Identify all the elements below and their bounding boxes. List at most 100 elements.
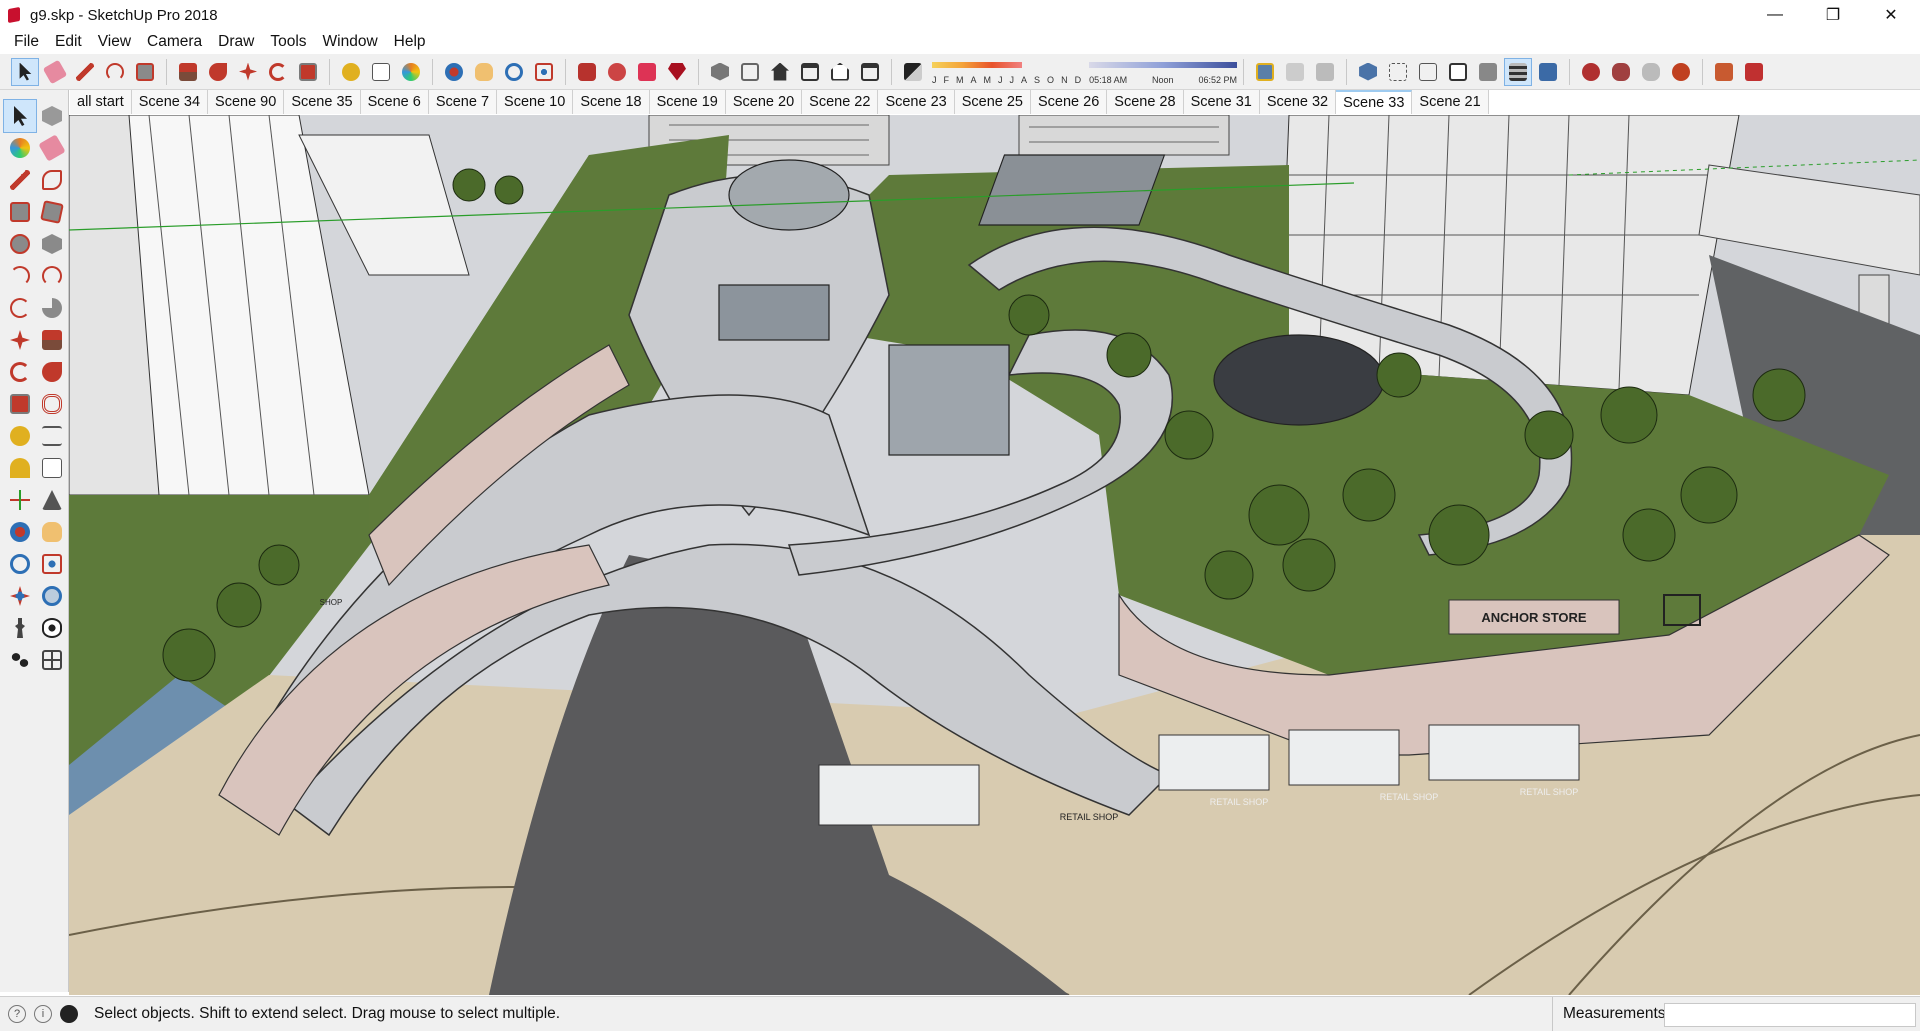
scene-tab[interactable]: Scene 26 (1031, 90, 1108, 114)
close-button[interactable]: ✕ (1862, 0, 1920, 30)
warehouse-button[interactable] (574, 59, 600, 85)
orbit-tool-button[interactable] (4, 516, 36, 548)
pan-tool-button[interactable] (36, 516, 68, 548)
menu-tools[interactable]: Tools (262, 33, 314, 51)
menu-window[interactable]: Window (315, 33, 386, 51)
user-account-icon[interactable] (60, 1005, 78, 1023)
hidden-line-button[interactable] (1445, 59, 1471, 85)
ruby-button[interactable] (664, 59, 690, 85)
axes-tool-button[interactable] (4, 484, 36, 516)
zoom-tool-button[interactable] (501, 59, 527, 85)
scene-tab[interactable]: Scene 32 (1259, 90, 1337, 114)
back-view-button[interactable] (827, 59, 853, 85)
back-edges-button[interactable] (1385, 59, 1411, 85)
wireframe-button[interactable] (1415, 59, 1441, 85)
rotated-rectangle-button[interactable] (36, 196, 68, 228)
previous-view-button[interactable] (36, 580, 68, 612)
shadow-month-slider[interactable]: J F M A M J J A S O N D (932, 59, 1081, 85)
look-around-button[interactable] (36, 612, 68, 644)
scene-tab[interactable]: Scene 7 (428, 90, 498, 114)
front-view-button[interactable] (767, 59, 793, 85)
shadow-time-slider[interactable]: 05:18 AM Noon 06:52 PM (1089, 59, 1238, 85)
eraser-tool-button[interactable] (42, 59, 68, 85)
zoom-window-button[interactable] (36, 548, 68, 580)
scene-tab[interactable]: Scene 10 (497, 90, 574, 114)
orbit-tool-button[interactable] (441, 59, 467, 85)
walk-tool-button[interactable] (4, 644, 36, 676)
scene-tab-active[interactable]: Scene 33 (1336, 90, 1413, 114)
menu-camera[interactable]: Camera (139, 33, 210, 51)
text-tool-button[interactable] (36, 452, 68, 484)
scene-tab[interactable]: Scene 31 (1183, 90, 1260, 114)
share-model-button[interactable] (604, 59, 630, 85)
dimension-tool-button[interactable] (36, 420, 68, 452)
arc-tool-button[interactable] (4, 260, 36, 292)
paint-bucket-button[interactable] (4, 132, 36, 164)
restore-button[interactable]: ❐ (1804, 0, 1862, 30)
scene-tab[interactable]: Scene 25 (954, 90, 1031, 114)
eraser-tool-button[interactable] (36, 132, 68, 164)
select-tool-button[interactable] (3, 99, 37, 133)
extension-warehouse-button[interactable] (634, 59, 660, 85)
scene-tab[interactable]: Scene 34 (131, 90, 209, 114)
two-point-arc-button[interactable] (36, 260, 68, 292)
offset-tool-button[interactable] (36, 388, 68, 420)
move-tool-button[interactable] (235, 59, 261, 85)
zoom-tool-button[interactable] (4, 548, 36, 580)
arc-tool-button[interactable] (102, 59, 128, 85)
measurements-input[interactable] (1664, 1003, 1916, 1027)
rotate-tool-button[interactable] (265, 59, 291, 85)
freehand-tool-button[interactable] (36, 164, 68, 196)
scene-tab[interactable]: Scene 90 (208, 90, 285, 114)
scene-tab[interactable]: Scene 22 (802, 90, 879, 114)
rectangle-tool-button[interactable] (132, 59, 158, 85)
geo-location-icon[interactable]: ? (8, 1005, 26, 1023)
pan-tool-button[interactable] (471, 59, 497, 85)
top-view-button[interactable] (737, 59, 763, 85)
iso-view-button[interactable] (707, 59, 733, 85)
section-cut-button[interactable] (1312, 59, 1338, 85)
push-pull-tool-button[interactable] (175, 59, 201, 85)
layout-button[interactable] (1711, 59, 1737, 85)
minimize-button[interactable]: — (1746, 0, 1804, 30)
section-plane-button[interactable] (36, 644, 68, 676)
tape-measure-button[interactable] (338, 59, 364, 85)
circle-tool-button[interactable] (4, 228, 36, 260)
polygon-tool-button[interactable] (36, 228, 68, 260)
scene-tab[interactable]: Scene 23 (878, 90, 955, 114)
line-tool-button[interactable] (72, 59, 98, 85)
rectangle-tool-button[interactable] (4, 196, 36, 228)
paint-bucket-button[interactable] (398, 59, 424, 85)
scene-tab[interactable]: Scene 19 (649, 90, 726, 114)
pie-tool-button[interactable] (36, 292, 68, 324)
move-tool-button[interactable] (4, 324, 36, 356)
component-button[interactable] (1578, 59, 1604, 85)
solid-tools-button[interactable] (1638, 59, 1664, 85)
shadow-toggle-button[interactable] (900, 59, 926, 85)
style-builder-button[interactable] (1741, 59, 1767, 85)
menu-file[interactable]: File (6, 33, 47, 51)
menu-help[interactable]: Help (386, 33, 434, 51)
position-camera-button[interactable] (4, 612, 36, 644)
scene-tab[interactable]: Scene 20 (725, 90, 803, 114)
scene-tab[interactable]: Scene 28 (1107, 90, 1184, 114)
menu-draw[interactable]: Draw (210, 33, 262, 51)
scale-tool-button[interactable] (295, 59, 321, 85)
shaded-textures-button[interactable] (1504, 57, 1533, 86)
right-view-button[interactable] (797, 59, 823, 85)
follow-me-tool-button[interactable] (205, 59, 231, 85)
line-tool-button[interactable] (4, 164, 36, 196)
model-viewport[interactable]: ANCHOR STORE RETAIL SHOP RETAIL SHOP RET… (69, 115, 1920, 995)
scene-tab[interactable]: Scene 6 (360, 90, 429, 114)
xray-style-button[interactable] (1355, 59, 1381, 85)
shaded-button[interactable] (1475, 59, 1501, 85)
text-tool-button[interactable] (368, 59, 394, 85)
zoom-extents-button[interactable] (531, 59, 557, 85)
dynamic-components-button[interactable] (1668, 59, 1694, 85)
push-pull-tool-button[interactable] (36, 324, 68, 356)
tape-measure-button[interactable] (4, 420, 36, 452)
scene-tab[interactable]: Scene 21 (1412, 90, 1489, 114)
section-display-button[interactable] (1282, 59, 1308, 85)
rotate-tool-button[interactable] (4, 356, 36, 388)
menu-view[interactable]: View (90, 33, 139, 51)
